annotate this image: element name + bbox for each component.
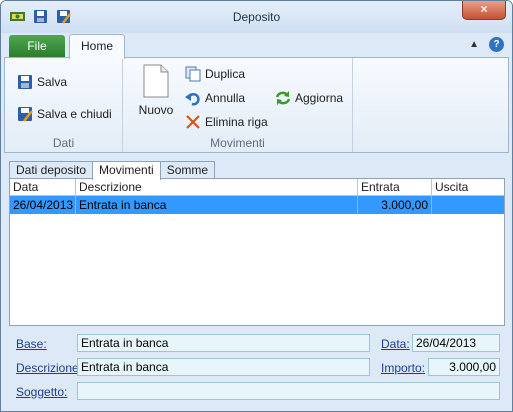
cell-descrizione[interactable]: Entrata in banca <box>76 196 358 214</box>
new-document-icon <box>135 64 177 101</box>
refresh-icon <box>275 90 291 106</box>
descrizione-field[interactable]: Entrata in banca <box>77 358 370 376</box>
column-header-descrizione[interactable]: Descrizione <box>76 179 358 195</box>
group-dati-label: Dati <box>52 136 75 150</box>
movimenti-grid[interactable]: Data Descrizione Entrata Uscita 26/04/20… <box>9 178 505 326</box>
soggetto-label: Soggetto: <box>16 385 68 399</box>
tab-dati-deposito[interactable]: Dati deposito <box>9 161 94 179</box>
salva-label: Salva <box>37 75 68 89</box>
duplicate-icon <box>185 66 201 82</box>
cell-entrata[interactable]: 3.000,00 <box>358 196 432 214</box>
elimina-riga-label: Elimina riga <box>205 115 268 129</box>
annulla-button[interactable]: Annulla <box>185 90 245 106</box>
grid-header: Data Descrizione Entrata Uscita <box>10 179 504 196</box>
duplica-button[interactable]: Duplica <box>185 66 245 82</box>
minimize-ribbon-icon[interactable]: ▲ <box>469 39 479 50</box>
help-icon[interactable]: ? <box>489 37 504 52</box>
cell-uscita[interactable] <box>432 196 504 214</box>
undo-icon <box>185 90 201 106</box>
aggiorna-button[interactable]: Aggiorna <box>275 90 343 106</box>
data-label: Data: <box>381 337 410 351</box>
salva-e-chiudi-label: Salva e chiudi <box>37 107 112 121</box>
nuovo-button[interactable]: Nuovo <box>135 64 177 117</box>
delete-icon <box>185 114 201 130</box>
soggetto-field[interactable] <box>77 382 500 400</box>
group-movimenti: Nuovo Duplica Annulla Elimina riga Aggio… <box>123 58 353 152</box>
duplica-label: Duplica <box>205 67 246 81</box>
base-label: Base: <box>16 337 47 351</box>
ribbon-help-area: ▲ ? <box>469 37 504 52</box>
base-field[interactable]: Entrata in banca <box>77 334 370 352</box>
tab-somme[interactable]: Somme <box>159 161 216 179</box>
column-header-data[interactable]: Data <box>10 179 76 195</box>
importo-field[interactable]: 3.000,00 <box>428 358 500 376</box>
annulla-label: Annulla <box>205 91 246 105</box>
document-tabs: Dati deposito Movimenti Somme <box>9 161 216 180</box>
aggiorna-label: Aggiorna <box>295 91 344 105</box>
group-movimenti-label: Movimenti <box>210 136 265 150</box>
save-icon <box>17 74 33 90</box>
tab-movimenti[interactable]: Movimenti <box>92 161 161 180</box>
ribbon-body: Salva Salva e chiudi Dati Nuovo Duplica … <box>4 57 509 153</box>
data-field[interactable]: 26/04/2013 <box>412 334 500 352</box>
group-dati: Salva Salva e chiudi Dati <box>5 58 123 152</box>
column-header-uscita[interactable]: Uscita <box>432 179 504 195</box>
close-button[interactable]: × <box>462 1 506 20</box>
title-bar: Deposito × <box>1 1 512 33</box>
salva-e-chiudi-button[interactable]: Salva e chiudi <box>17 106 112 122</box>
ribbon-tab-row: File Home ▲ ? <box>1 33 512 59</box>
save-close-icon <box>17 106 33 122</box>
importo-label: Importo: <box>381 361 426 375</box>
column-header-entrata[interactable]: Entrata <box>358 179 432 195</box>
tab-home[interactable]: Home <box>69 34 125 59</box>
salva-button[interactable]: Salva <box>17 74 67 90</box>
cell-data[interactable]: 26/04/2013 <box>10 196 76 214</box>
detail-form: Base: Entrata in banca Data: 26/04/2013 … <box>1 327 512 411</box>
nuovo-label: Nuovo <box>138 103 174 117</box>
elimina-riga-button[interactable]: Elimina riga <box>185 114 268 130</box>
deposito-window: Deposito × File Home ▲ ? Salva Salva e c… <box>0 0 513 412</box>
window-title: Deposito <box>232 10 281 24</box>
table-row[interactable]: 26/04/2013 Entrata in banca 3.000,00 <box>10 196 504 214</box>
descrizione-label: Descrizione: <box>16 361 83 375</box>
tab-file[interactable]: File <box>9 35 65 58</box>
